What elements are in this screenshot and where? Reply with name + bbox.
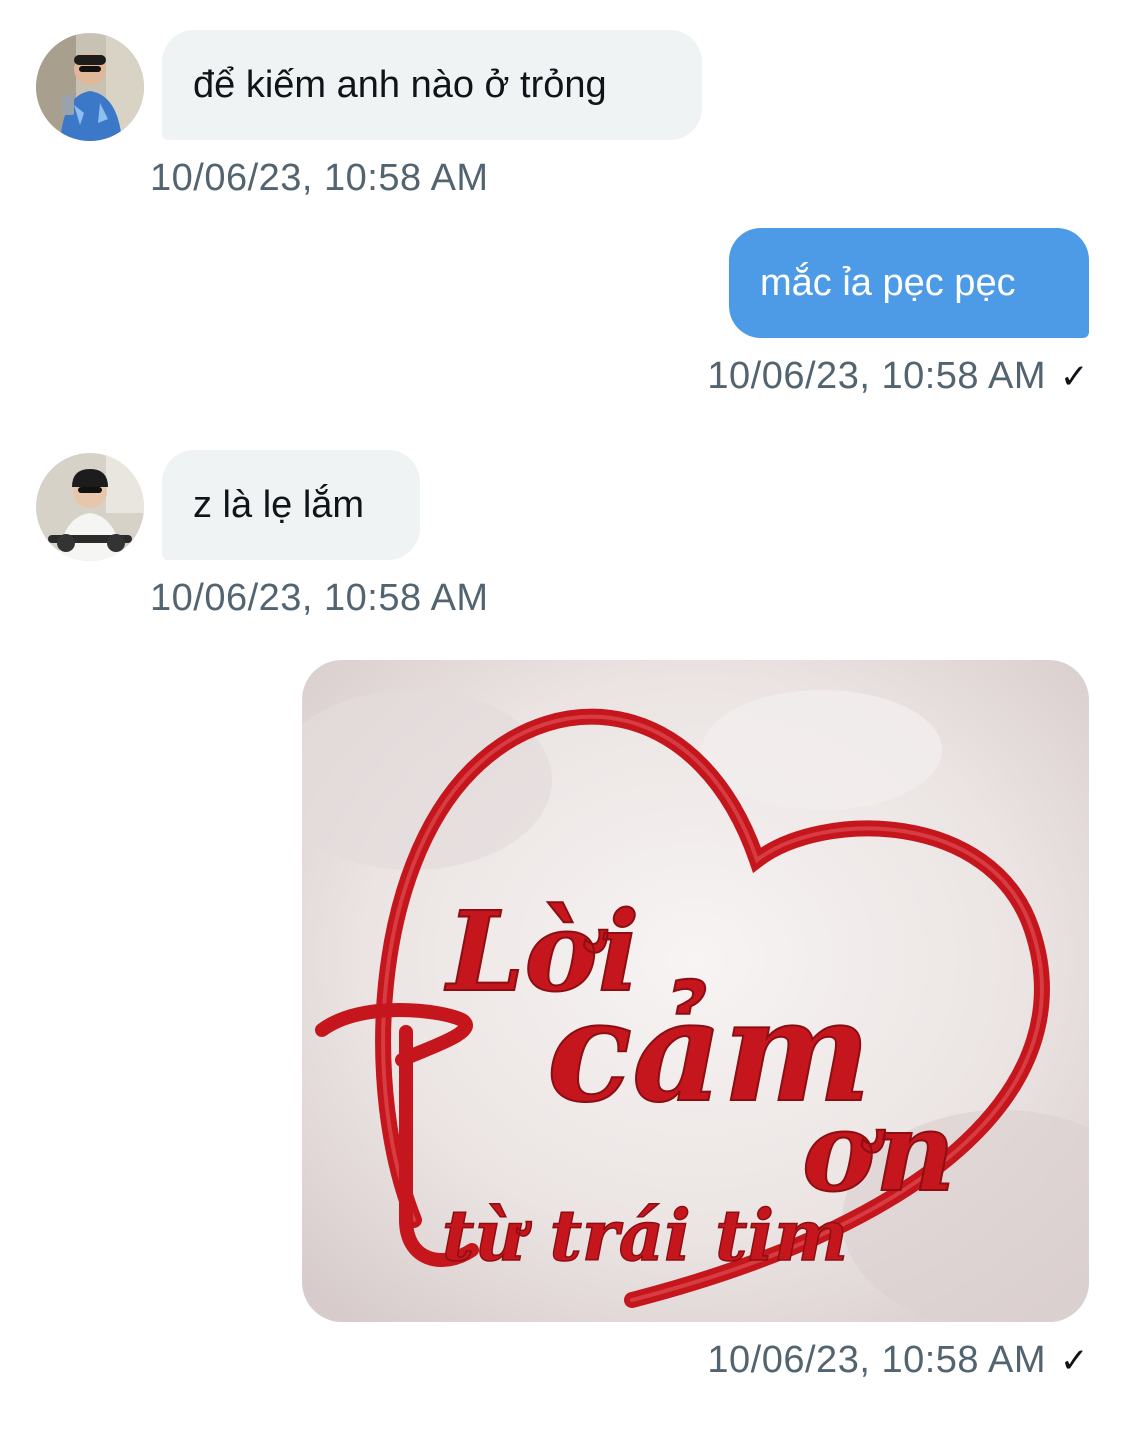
message-bubble-incoming[interactable]: z là lẹ lắm [162,450,420,560]
avatar[interactable] [36,453,144,561]
message-meta: 10/06/23, 10:58 AM ✓ [707,355,1089,398]
message-timestamp: 10/06/23, 10:58 AM [150,157,489,199]
message-timestamp: 10/06/23, 10:58 AM [707,1339,1046,1381]
avatar-photo-icon [36,453,144,561]
message-meta: 10/06/23, 10:58 AM ✓ [707,1339,1089,1382]
heart-image: Lời cảm ơn từ trái tim [302,660,1089,1322]
previous-message-clipped [0,0,1125,8]
message-timestamp: 10/06/23, 10:58 AM [707,355,1046,397]
avatar[interactable] [36,33,144,141]
message-bubble-outgoing[interactable]: mắc ỉa pẹc pẹc [729,228,1089,338]
message-bubble-incoming[interactable]: để kiếm anh nào ở trỏng [162,30,702,140]
check-icon: ✓ [1060,1342,1089,1380]
image-text-line4: từ trái tim [442,1194,848,1277]
image-attachment[interactable]: Lời cảm ơn từ trái tim [302,660,1089,1322]
message-timestamp: 10/06/23, 10:58 AM [150,577,489,619]
avatar-photo-icon [36,33,144,141]
check-icon: ✓ [1060,358,1089,396]
